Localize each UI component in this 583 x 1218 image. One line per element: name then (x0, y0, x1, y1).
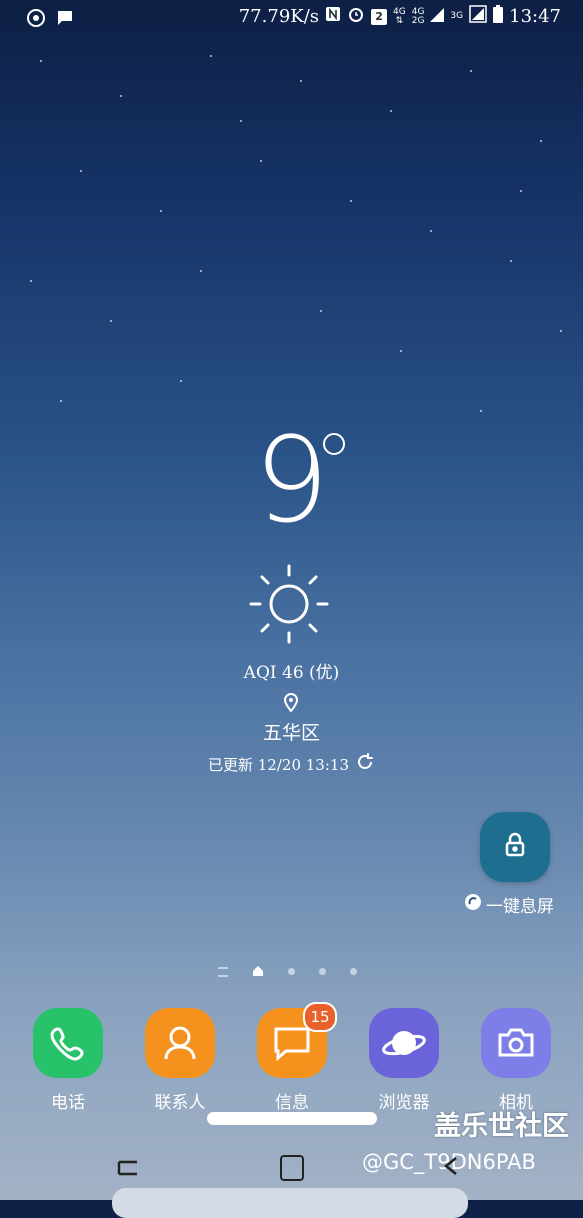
updated-row: 已更新 12/20 13:13 (208, 752, 375, 776)
updated-time: 已更新 12/20 13:13 (208, 755, 349, 774)
lock-screen-label: 一键息屏 (486, 897, 554, 917)
sync-icon (26, 8, 46, 32)
app-dock: 电话 联系人 15 信息 浏览器 相机 (0, 1002, 583, 1118)
signal-icon-2 (469, 5, 487, 28)
watermark-title: 盖乐世社区 (434, 1111, 569, 1142)
unread-badge: 15 (303, 1002, 337, 1032)
district-name: 五华区 (262, 722, 320, 744)
net-type-3: 3G (450, 11, 464, 21)
contacts-icon[interactable] (145, 1008, 215, 1078)
battery-icon (493, 5, 504, 28)
sim-badge: 2 (371, 8, 388, 25)
recent-apps-icon[interactable] (115, 1156, 141, 1184)
message-icon[interactable]: 15 (257, 1002, 337, 1078)
page-indicator[interactable] (218, 962, 357, 981)
app-messages[interactable]: 15 信息 (242, 1002, 342, 1113)
browser-planet-icon[interactable] (369, 1008, 439, 1078)
phone-icon[interactable] (33, 1008, 103, 1078)
bottom-sheet-edge (112, 1188, 468, 1218)
temperature[interactable]: 9 (0, 415, 583, 545)
home-button-icon[interactable] (280, 1155, 304, 1181)
app-camera[interactable]: 相机 (466, 1008, 566, 1113)
app-phone[interactable]: 电话 (18, 1008, 118, 1113)
lock-screen-button[interactable] (480, 812, 550, 882)
app-browser[interactable]: 浏览器 (354, 1008, 454, 1113)
alarm-icon (347, 5, 365, 28)
lock-icon (500, 830, 530, 864)
sun-icon (247, 562, 331, 650)
page-dot[interactable] (350, 968, 357, 975)
page-dot[interactable] (288, 968, 295, 975)
home-handle-bar[interactable] (207, 1112, 377, 1125)
app-label: 信息 (275, 1093, 309, 1113)
page-dot[interactable] (319, 968, 326, 975)
refresh-icon[interactable] (355, 752, 375, 776)
degree-icon (323, 433, 345, 455)
camera-icon[interactable] (481, 1008, 551, 1078)
back-icon[interactable] (440, 1154, 464, 1182)
clock: 13:47 (509, 6, 561, 27)
net-type-2: 4G 2G (411, 6, 425, 26)
quick-lock-icon (464, 893, 482, 916)
signal-icon (430, 6, 445, 27)
chat-icon (56, 9, 74, 31)
net-speed: 77.79K/s (238, 6, 320, 27)
location-pin-icon (282, 692, 300, 716)
app-label: 联系人 (154, 1093, 206, 1113)
home-page-indicator-icon[interactable] (252, 962, 264, 981)
lock-screen-label-row[interactable]: 一键息屏 (464, 892, 554, 917)
status-bar: 77.79K/s 2 4G ⇅ 4G 2G 3G 13:47 (0, 0, 583, 36)
aqi-text: AQI 46 (优) (243, 663, 340, 683)
nfc-icon (325, 6, 341, 27)
temperature-value: 9 (253, 411, 330, 549)
app-contacts[interactable]: 联系人 (130, 1008, 230, 1113)
net-type-1: 4G ⇅ (393, 6, 406, 26)
app-label: 电话 (51, 1093, 85, 1113)
menu-page-indicator[interactable] (218, 966, 228, 977)
